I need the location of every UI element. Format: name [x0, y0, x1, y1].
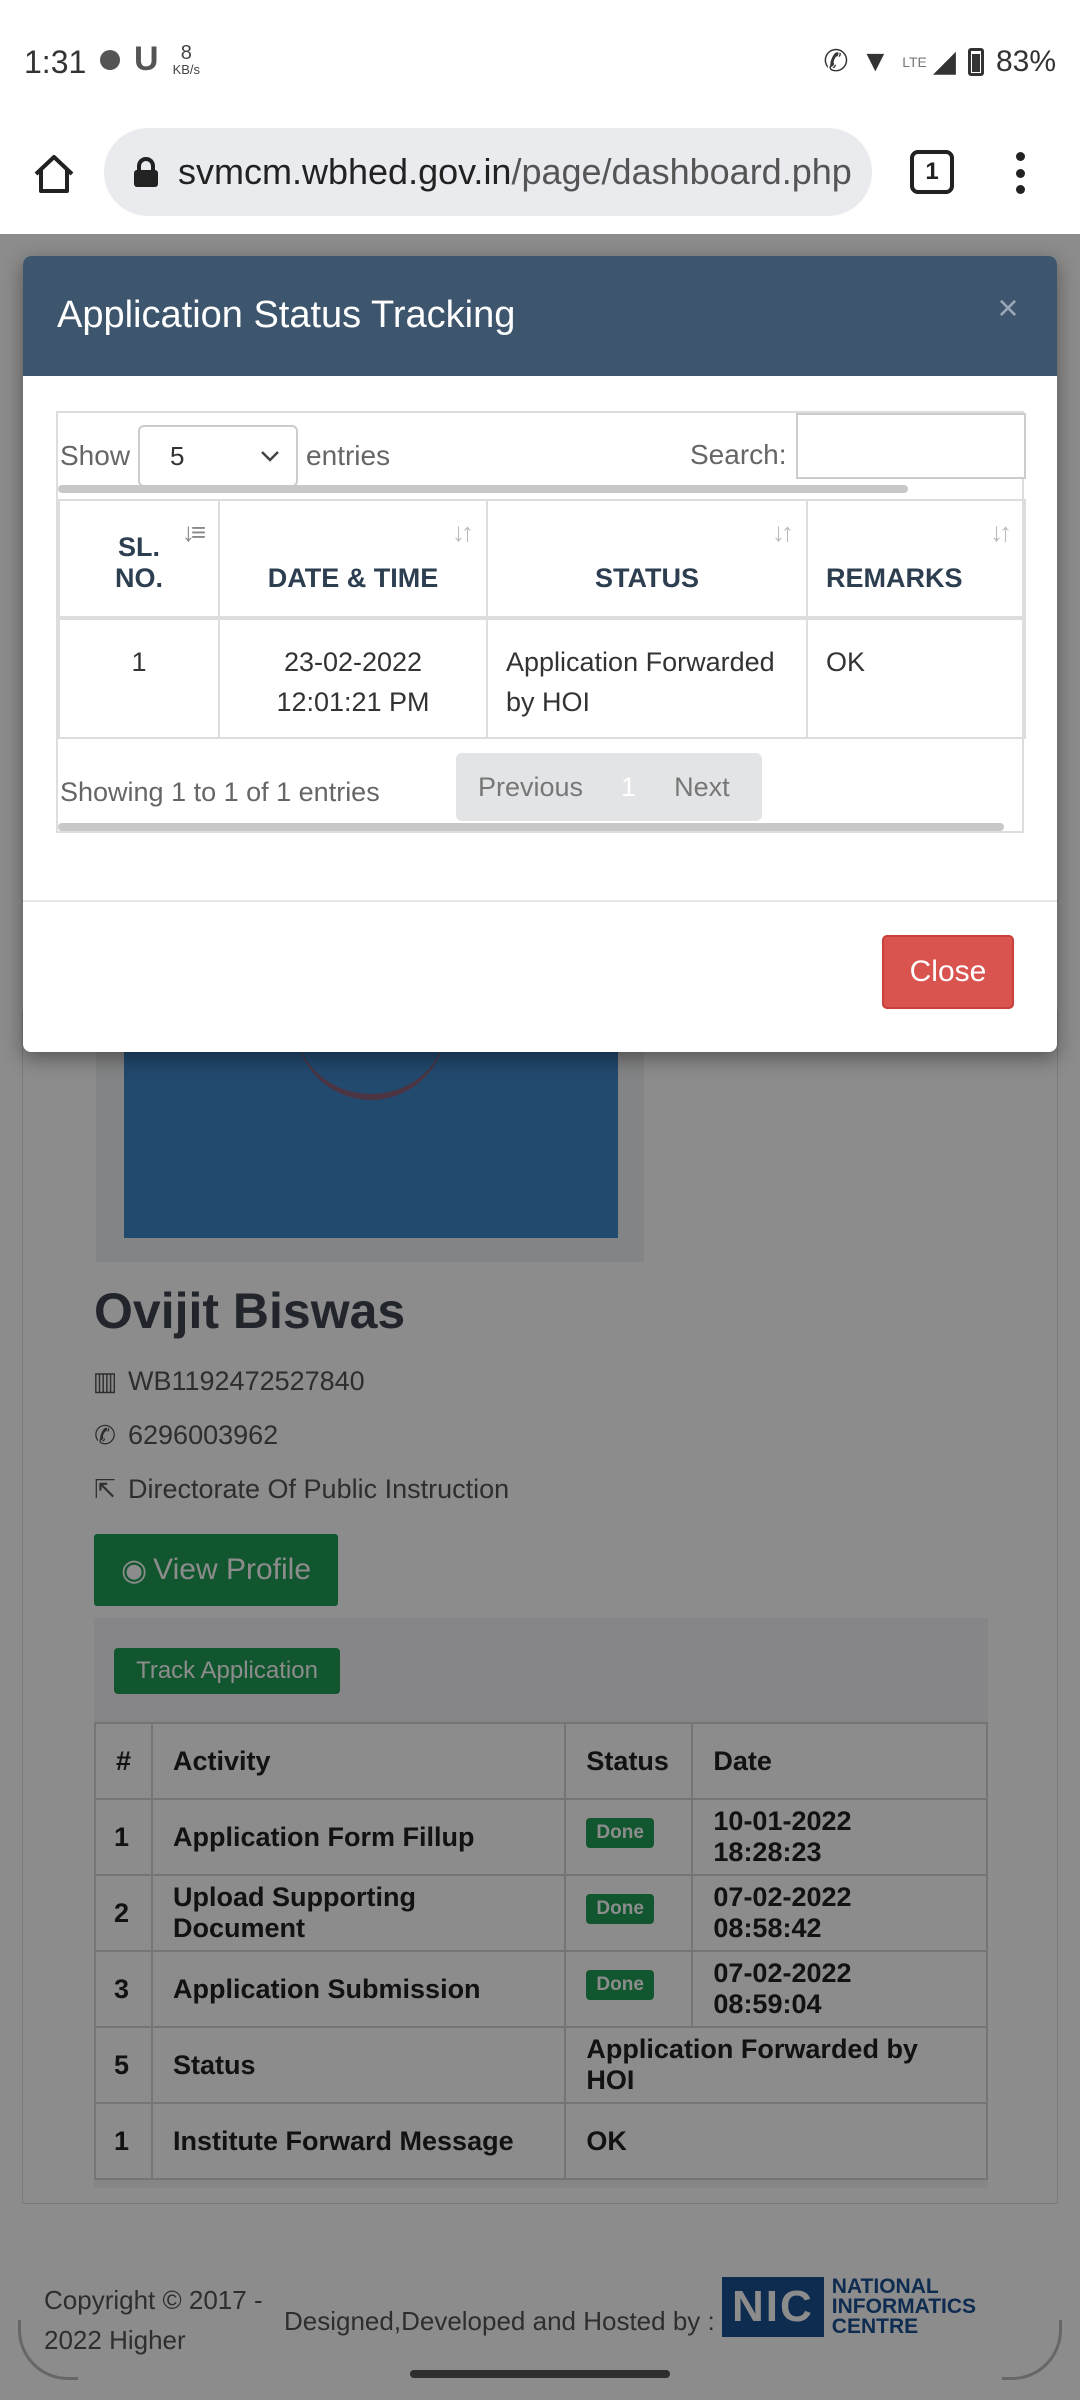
network-type: LTE: [902, 53, 927, 70]
url-path: /page/dashboard.php: [511, 151, 852, 192]
battery-percent: 83%: [995, 44, 1056, 78]
table-info: Showing 1 to 1 of 1 entries: [60, 777, 380, 807]
entries-value: 5: [170, 440, 185, 471]
entries-length-control: Show 5 entries: [60, 425, 390, 487]
address-bar[interactable]: svmcm.wbhed.gov.in/page/dashboard.php: [104, 128, 872, 216]
gesture-nav-bar[interactable]: [410, 2370, 670, 2378]
col-sl-label-2: NO.: [114, 563, 163, 593]
horizontal-scrollbar[interactable]: [58, 823, 1004, 831]
home-icon: [34, 155, 74, 193]
status-tracking-modal: Application Status Tracking × Show 5 ent…: [23, 256, 1057, 1052]
row-time: 12:01:21 PM: [276, 687, 430, 717]
col-date-time[interactable]: DATE & TIME ↓↑: [218, 499, 488, 620]
row-status-line-2: by HOI: [506, 687, 591, 717]
row-date: 23-02-2022: [283, 647, 423, 677]
modal-header: Application Status Tracking ×: [23, 256, 1057, 376]
col-status-label: STATUS: [595, 563, 699, 593]
chevron-down-icon: [261, 451, 279, 462]
col-sl-no[interactable]: SL. NO. ↓≡: [58, 499, 220, 620]
app-notification-icon: U: [134, 40, 159, 78]
jio-icon: [100, 49, 120, 70]
page-1-button[interactable]: 1: [621, 772, 636, 803]
tab-switcher-button[interactable]: 1: [910, 150, 954, 194]
modal-footer-divider: [23, 900, 1057, 902]
table-row: 1 23-02-2022 12:01:21 PM Application For…: [58, 617, 1026, 739]
home-button[interactable]: [26, 146, 82, 202]
dot-icon: [1015, 152, 1025, 161]
dot-icon: [1015, 185, 1025, 194]
signal-icon: ◢: [932, 45, 956, 78]
modal-title: Application Status Tracking: [57, 294, 516, 336]
row-status: Application Forwarded by HOI: [486, 617, 808, 739]
col-remarks-label: REMARKS: [826, 563, 963, 593]
col-status[interactable]: STATUS ↓↑: [486, 499, 808, 620]
sort-ascending-icon: ↓≡: [181, 517, 206, 547]
search-input[interactable]: [796, 413, 1026, 479]
sort-icon: ↓↑: [990, 517, 1012, 547]
more-options-button[interactable]: [1000, 148, 1040, 198]
next-button[interactable]: Next: [674, 772, 730, 803]
status-table: SL. NO. ↓≡ DATE & TIME ↓↑ STATUS ↓↑ REMA…: [58, 499, 1026, 739]
net-speed: 8 KB/s: [173, 43, 200, 76]
battery-icon: [967, 47, 984, 76]
system-icons: ✆ ▼ LTE ◢ 83%: [823, 44, 1056, 79]
net-speed-value: 8: [180, 42, 192, 64]
modal-close-x-button[interactable]: ×: [988, 288, 1028, 328]
col-date-time-label: DATE & TIME: [267, 563, 439, 593]
previous-button[interactable]: Previous: [478, 772, 583, 803]
show-label: Show: [60, 440, 131, 471]
status-time: 1:31: [24, 44, 87, 80]
col-remarks[interactable]: REMARKS ↓↑: [806, 499, 1026, 620]
entries-label: entries: [306, 440, 391, 471]
row-sl: 1: [58, 617, 220, 739]
net-speed-unit: KB/s: [172, 62, 201, 77]
browser-toolbar: svmcm.wbhed.gov.in/page/dashboard.php 1: [0, 128, 1080, 234]
wifi-icon: ▼: [860, 44, 891, 78]
pagination: Previous 1 Next: [456, 753, 762, 821]
lock-icon: [132, 157, 160, 187]
row-status-line-1: Application Forwarded: [506, 647, 775, 677]
sort-icon: ↓↑: [452, 517, 474, 547]
notification-icons: U 8 KB/s: [100, 40, 200, 79]
row-date-time: 23-02-2022 12:01:21 PM: [218, 617, 488, 739]
sort-icon: ↓↑: [772, 517, 794, 547]
row-remarks: OK: [806, 617, 1026, 739]
search-label: Search:: [690, 439, 787, 470]
status-bar: 1:31 U 8 KB/s ✆ ▼ LTE ◢ 83%: [0, 0, 1080, 128]
status-datatable: Show 5 entries Search: SL. NO. ↓≡ DATE &…: [56, 411, 1026, 833]
close-button[interactable]: Close: [882, 935, 1014, 1009]
url-host: svmcm.wbhed.gov.in: [178, 151, 512, 192]
wifi-call-icon: ✆: [823, 45, 849, 78]
entries-select[interactable]: 5: [138, 425, 299, 487]
horizontal-scrollbar[interactable]: [58, 485, 908, 493]
dot-icon: [1015, 168, 1025, 178]
table-header: SL. NO. ↓≡ DATE & TIME ↓↑ STATUS ↓↑ REMA…: [58, 499, 1026, 620]
